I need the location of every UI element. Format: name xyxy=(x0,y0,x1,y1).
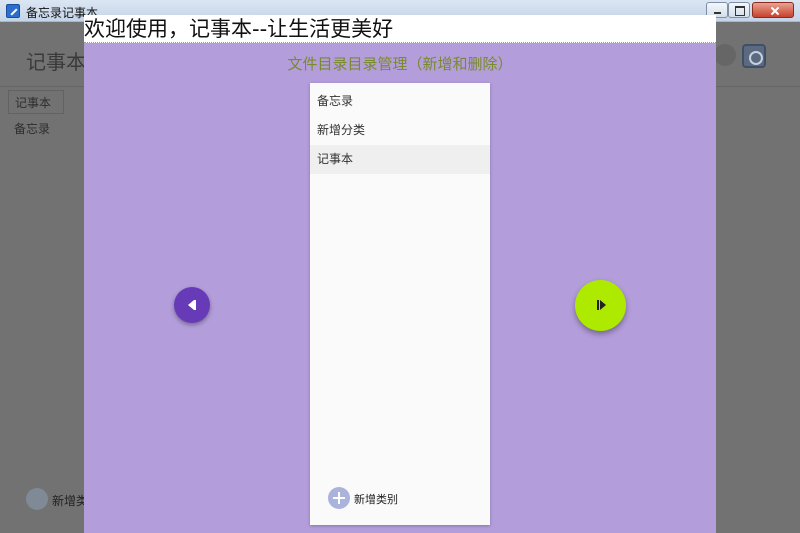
tab-notebook[interactable]: 记事本 xyxy=(8,90,64,114)
add-category-icon[interactable] xyxy=(26,488,48,510)
category-item[interactable]: 新增分类 xyxy=(310,116,490,145)
maximize-button[interactable] xyxy=(728,2,750,18)
skip-next-icon xyxy=(600,300,606,310)
category-item[interactable]: 备忘录 xyxy=(310,87,490,116)
previous-button[interactable] xyxy=(174,287,210,323)
header-action-icon[interactable] xyxy=(714,44,736,66)
add-category-button[interactable]: 新增类别 xyxy=(354,491,398,507)
app-icon xyxy=(6,4,20,18)
category-manager-dialog: 欢迎使用，记事本--让生活更美好 文件目录目录管理（新增和删除） 备忘录 新增分… xyxy=(84,15,716,533)
app-header-title: 记事本 xyxy=(26,50,86,74)
category-item-selected[interactable]: 记事本 xyxy=(310,145,490,174)
skip-previous-bar-icon xyxy=(194,300,196,310)
close-button[interactable] xyxy=(752,2,794,18)
gear-icon[interactable] xyxy=(742,44,766,68)
skip-next-bar-icon xyxy=(597,300,599,310)
welcome-text: 欢迎使用，记事本--让生活更美好 xyxy=(84,17,394,41)
welcome-banner: 欢迎使用，记事本--让生活更美好 xyxy=(84,15,716,43)
list-item[interactable]: 备忘录 xyxy=(14,120,50,137)
category-list-panel: 备忘录 新增分类 记事本 新增类别 xyxy=(310,83,490,525)
dialog-title: 文件目录目录管理（新增和删除） xyxy=(287,55,513,73)
add-category-label[interactable]: 新增类 xyxy=(52,492,88,509)
plus-icon[interactable] xyxy=(328,487,350,509)
tab-label: 记事本 xyxy=(15,96,52,110)
next-button[interactable] xyxy=(575,280,626,331)
